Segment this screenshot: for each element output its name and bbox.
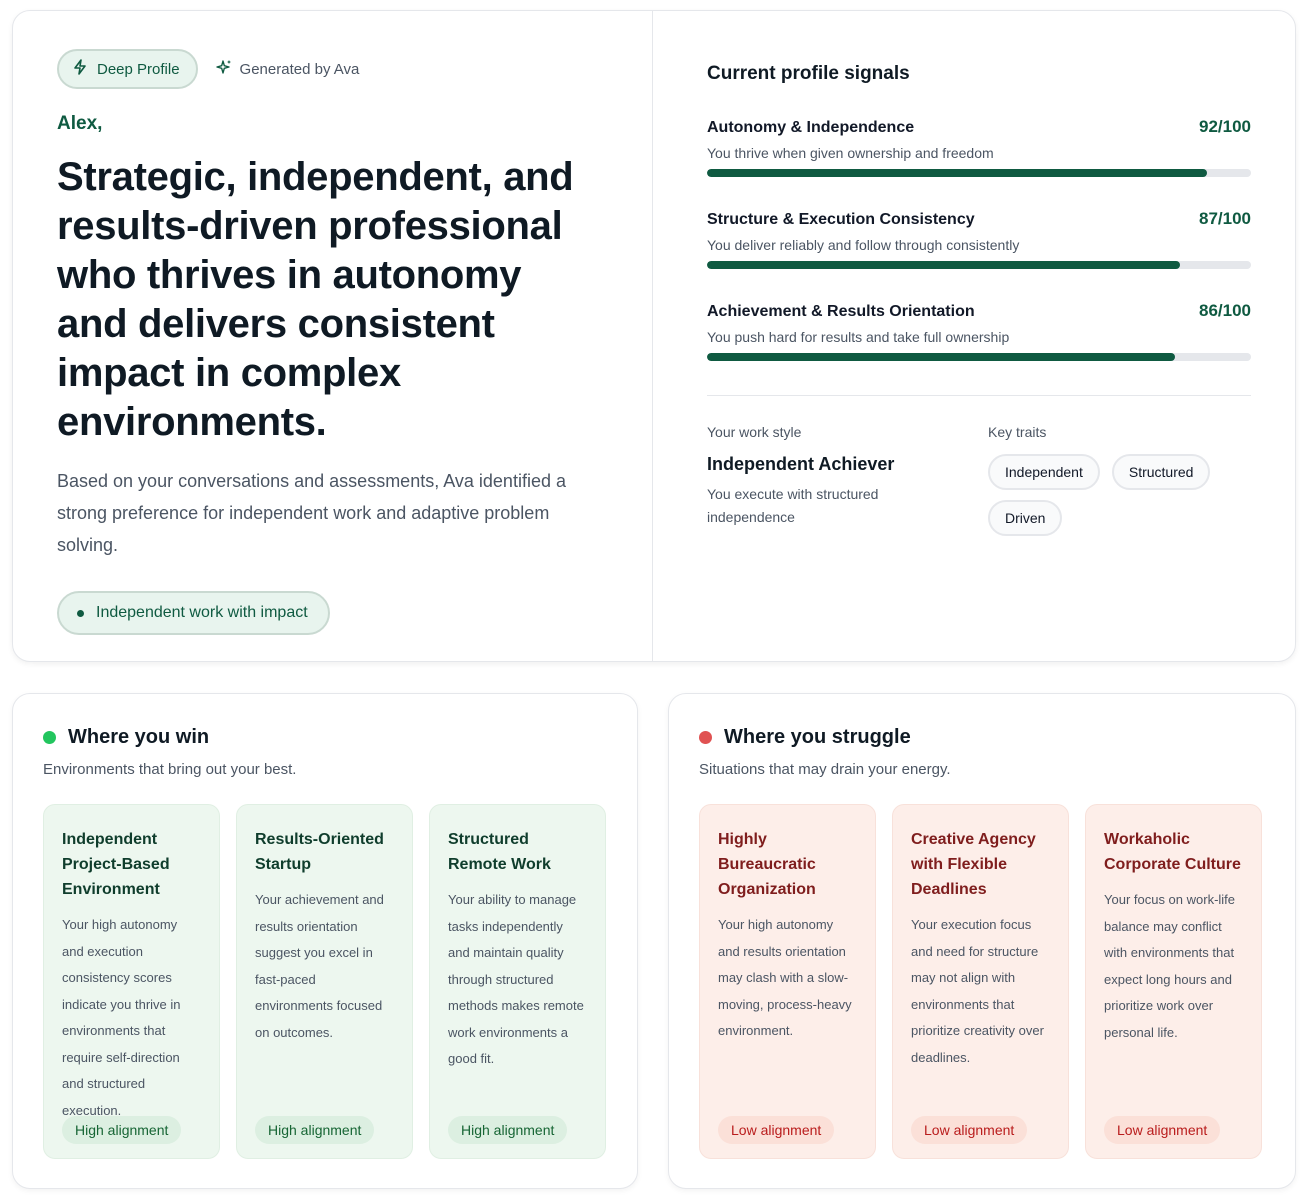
alignment-badge: High alignment [255,1116,375,1144]
where-you-struggle-subtitle: Situations that may drain your energy. [699,761,951,778]
alignment-badge: High alignment [62,1116,182,1144]
signal-achievement: Achievement & Results Orientation 86/100… [707,301,1251,361]
signal-bar-fill [707,353,1175,361]
trait-chip[interactable]: Independent [988,454,1100,490]
tile-title: Creative Agency with Flexible Deadlines [911,831,1036,898]
tile-desc: Your focus on work-life balance may conf… [1104,892,1236,1040]
environment-tile[interactable]: Structured Remote Work Your ability to m… [429,804,606,1159]
environment-tile[interactable]: Workaholic Corporate Culture Your focus … [1085,804,1262,1159]
signal-bar-fill [707,169,1208,177]
signal-structure: Structure & Execution Consistency 87/100… [707,209,1251,269]
focus-pill-label: Independent work with impact [96,604,308,621]
environment-tile[interactable]: Results-Oriented Startup Your achievemen… [236,804,413,1159]
signal-score: 86/100 [1199,301,1251,320]
greeting: Alex, [57,113,103,134]
trait-chip[interactable]: Structured [1111,454,1211,490]
signal-desc: You thrive when given ownership and free… [707,145,994,161]
work-style-desc: You execute with structured independence [707,486,879,525]
signal-bar [707,169,1251,177]
signal-score: 92/100 [1199,117,1251,136]
alignment-badge: Low alignment [1104,1116,1221,1144]
signal-name: Achievement & Results Orientation [707,303,975,320]
where-you-win-subtitle: Environments that bring out your best. [43,761,297,778]
profile-summary-text: Based on your conversations and assessme… [57,471,566,555]
signal-desc: You deliver reliably and follow through … [707,237,1020,253]
key-traits: Key traits Independent Structured Driven [988,424,1251,536]
environment-tile[interactable]: Highly Bureaucratic Organization Your hi… [699,804,876,1159]
alignment-badge: Low alignment [911,1116,1028,1144]
tile-desc: Your high autonomy and execution consist… [62,917,181,1118]
style-and-traits: Your work style Independent Achiever You… [707,424,1251,536]
signals-title: Current profile signals [707,63,910,84]
sparkle-icon [215,59,232,80]
signal-name: Autonomy & Independence [707,119,915,136]
work-style: Your work style Independent Achiever You… [707,424,988,536]
tile-title: Independent Project-Based Environment [62,831,170,898]
signal-bar-fill [707,261,1181,269]
profile-headline: Strategic, independent, and results-driv… [57,155,574,444]
work-style-title: Independent Achiever [707,454,895,474]
environment-tile[interactable]: Creative Agency with Flexible Deadlines … [892,804,1069,1159]
struggle-tiles: Highly Bureaucratic Organization Your hi… [699,804,1265,1159]
key-traits-label: Key traits [988,424,1047,440]
signal-name: Structure & Execution Consistency [707,211,975,228]
tile-desc: Your high autonomy and results orientati… [718,917,852,1038]
lightning-icon [73,59,87,79]
tile-title: Results-Oriented Startup [255,831,384,873]
profile-signals: Current profile signals Autonomy & Indep… [653,11,1295,661]
work-style-label: Your work style [707,424,802,440]
focus-pill[interactable]: Independent work with impact [57,591,330,635]
where-you-struggle-title: Where you struggle [724,726,911,748]
red-status-dot-icon [699,731,712,744]
signal-desc: You push hard for results and take full … [707,329,1010,345]
alignment-badge: Low alignment [718,1116,835,1144]
signal-score: 87/100 [1199,209,1251,228]
environment-tile[interactable]: Independent Project-Based Environment Yo… [43,804,220,1159]
signal-bar [707,261,1251,269]
profile-summary: Deep Profile Generated by Ava Alex, Stra… [13,11,653,661]
deep-profile-badge[interactable]: Deep Profile [57,49,198,89]
tile-desc: Your ability to manage tasks independent… [448,892,584,1066]
deep-profile-label: Deep Profile [97,60,180,78]
win-tiles: Independent Project-Based Environment Yo… [43,804,607,1159]
generated-by: Generated by Ava [215,59,360,80]
green-status-dot-icon [43,731,56,744]
signal-bar [707,353,1251,361]
signal-autonomy: Autonomy & Independence 92/100 You thriv… [707,117,1251,177]
generated-label: Generated by Ava [239,60,360,78]
tile-title: Structured Remote Work [448,831,551,873]
divider [707,395,1251,396]
profile-card: Deep Profile Generated by Ava Alex, Stra… [12,10,1296,662]
tile-title: Workaholic Corporate Culture [1104,831,1241,873]
where-you-struggle-card: Where you struggle Situations that may d… [668,693,1296,1189]
trait-chip[interactable]: Driven [988,500,1063,536]
where-you-win-card: Where you win Environments that bring ou… [12,693,638,1189]
tile-desc: Your achievement and results orientation… [255,892,384,1040]
trait-list: Independent Structured Driven [988,454,1228,536]
tile-title: Highly Bureaucratic Organization [718,831,816,898]
alignment-badge: High alignment [448,1116,568,1144]
header-pills: Deep Profile Generated by Ava [57,49,608,89]
tile-desc: Your execution focus and need for struct… [911,917,1044,1065]
where-you-win-title: Where you win [68,726,210,748]
bullet-dot-icon [77,609,84,617]
